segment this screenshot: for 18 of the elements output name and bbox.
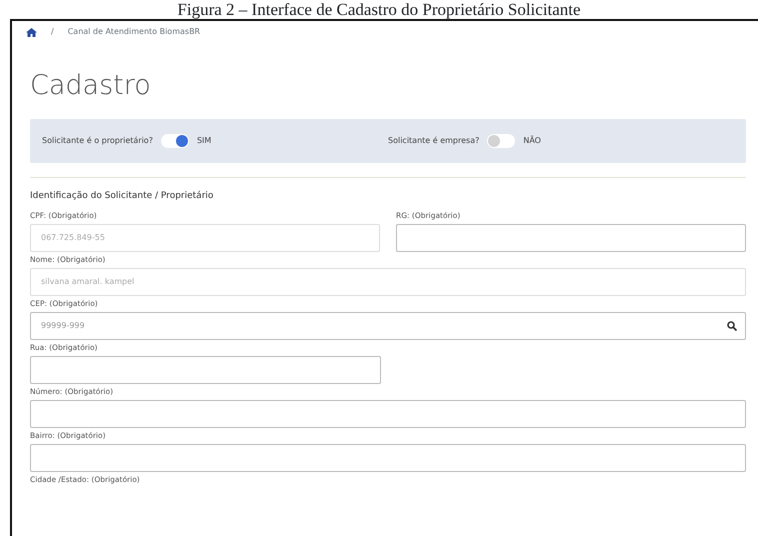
toggle-label: Solicitante é empresa? [388, 135, 480, 147]
toggle-switch[interactable] [160, 134, 189, 148]
toggle-label: Solicitante é o proprietário? [42, 135, 153, 147]
toggle-switch[interactable] [487, 134, 516, 148]
input-field[interactable] [30, 444, 746, 472]
input-field[interactable] [30, 356, 381, 384]
page-title: Cadastro [30, 71, 152, 101]
toggle-state: NÃO [523, 135, 541, 147]
toggle-state: SIM [196, 135, 212, 147]
breadcrumb-item[interactable]: Canal de Atendimento BiomasBR [68, 26, 200, 38]
input-field[interactable] [396, 224, 746, 252]
breadcrumb-separator: / [51, 26, 54, 38]
search-field[interactable]: 99999-999 [30, 312, 746, 340]
search-icon[interactable] [727, 320, 737, 330]
home-icon[interactable] [26, 28, 37, 36]
input-field[interactable] [30, 400, 746, 428]
section-title: Identificação do Solicitante / Proprietário [30, 177, 746, 204]
figure-caption: Figura 2 – Interface de Cadastro do Proprietário Solicitante [176, 0, 582, 19]
